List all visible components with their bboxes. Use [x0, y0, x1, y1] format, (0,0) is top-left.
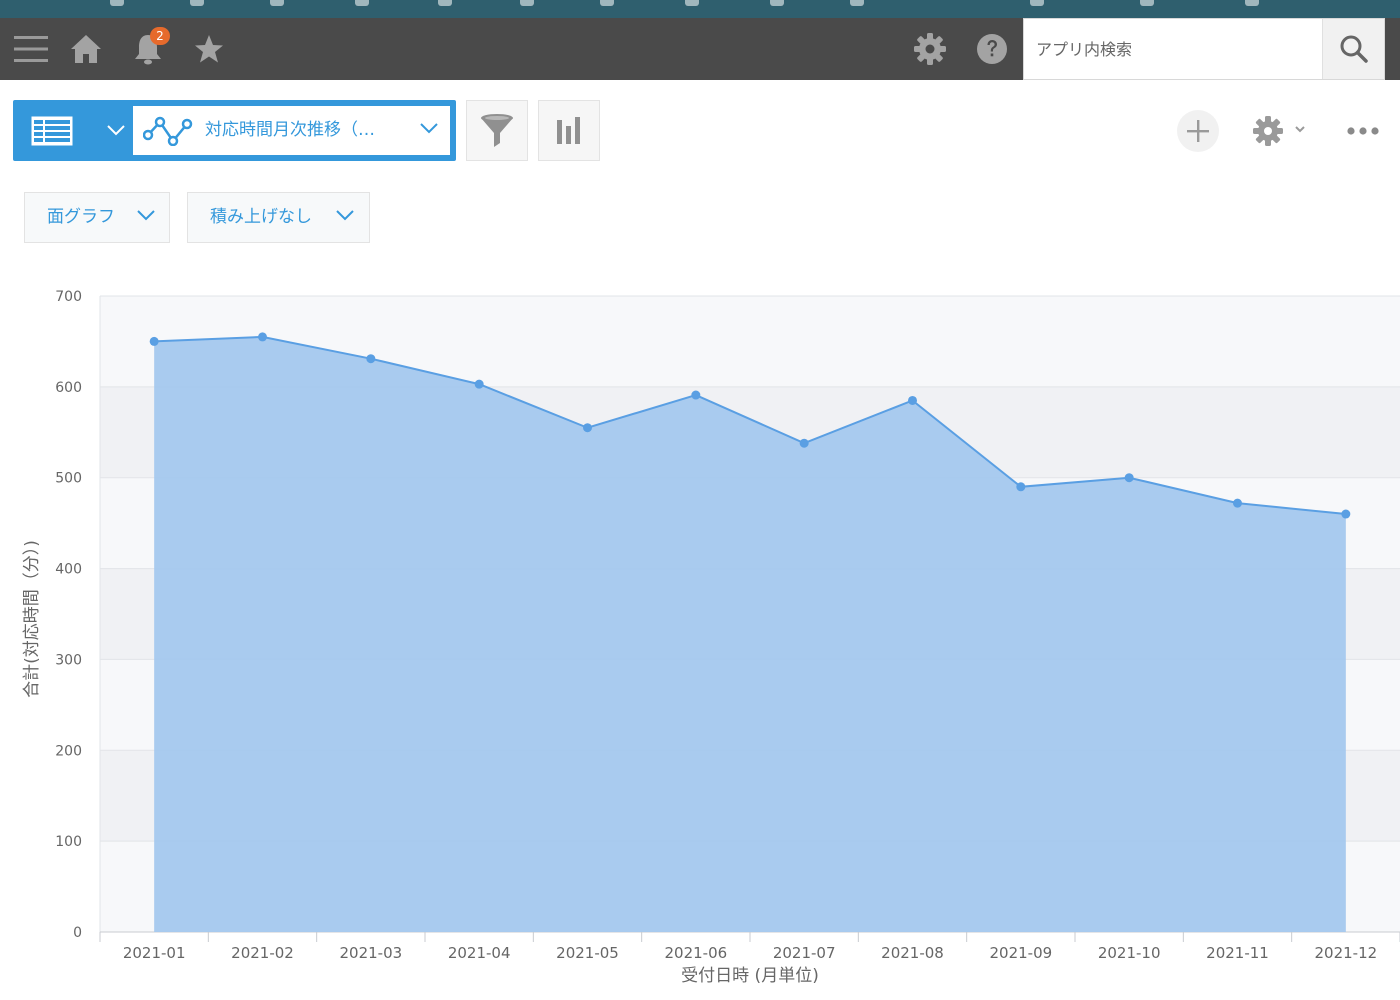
data-point	[258, 332, 267, 342]
graph-name: 対応時間月次推移（…	[205, 120, 375, 140]
os-icon	[355, 0, 369, 6]
notification-badge: 2	[150, 27, 170, 45]
data-point	[583, 423, 592, 433]
x-tick-label: 2021-12	[1314, 944, 1377, 962]
os-icon	[1030, 0, 1044, 6]
y-tick-label: 400	[55, 562, 82, 578]
y-tick-label: 200	[55, 743, 82, 759]
y-tick-label: 100	[55, 834, 82, 850]
filter-button[interactable]	[466, 100, 528, 161]
data-point	[366, 354, 376, 364]
ellipsis-icon	[1347, 127, 1379, 135]
os-menu-strip	[0, 0, 1400, 18]
os-icon	[600, 0, 614, 6]
favorites-button[interactable]	[178, 18, 240, 80]
data-point	[691, 390, 701, 400]
chart-canvas: 0 100 200 300 400 500 600 700 2021-01 2021-02 2021…	[0, 282, 1400, 1000]
app-header: 2	[0, 18, 1400, 80]
notification-button[interactable]: 2	[117, 18, 179, 80]
chevron-down-icon	[137, 210, 155, 221]
os-icon	[190, 0, 204, 6]
x-tick-label: 2021-10	[1098, 944, 1161, 962]
x-tick-label: 2021-03	[339, 944, 402, 962]
os-icon	[270, 0, 284, 6]
help-icon	[977, 34, 1007, 64]
search-button[interactable]	[1322, 19, 1384, 79]
more-options-button[interactable]	[1340, 112, 1388, 150]
x-tick-label: 2021-07	[773, 944, 836, 962]
y-tick-label: 300	[55, 652, 82, 668]
data-point	[908, 395, 917, 405]
x-tick-label: 2021-04	[448, 944, 511, 962]
x-tick-label: 2021-05	[556, 944, 619, 962]
view-dropdown-button[interactable]	[99, 100, 133, 161]
y-tick-label: 700	[55, 289, 82, 305]
plus-icon	[1187, 120, 1209, 142]
y-tick-label: 0	[73, 925, 82, 941]
line-chart-icon	[143, 116, 193, 146]
menu-icon	[14, 36, 48, 62]
data-point	[474, 379, 484, 389]
x-axis-title: 受付日時 (月単位)	[681, 966, 819, 986]
bar-chart-icon	[557, 116, 580, 144]
search-box	[1023, 18, 1385, 80]
gear-dropdown-icon	[1253, 116, 1305, 146]
settings-button[interactable]	[899, 18, 961, 80]
add-record-button[interactable]	[1177, 110, 1219, 152]
funnel-icon	[481, 113, 513, 147]
os-icon	[110, 0, 124, 6]
os-icon	[770, 0, 784, 6]
y-tick-label: 600	[55, 380, 82, 396]
search-icon	[1340, 35, 1368, 63]
search-input[interactable]	[1024, 19, 1322, 79]
stack-mode-select[interactable]: 積み上げなし	[187, 192, 370, 243]
y-tick-label: 500	[55, 471, 82, 487]
home-button[interactable]	[55, 18, 117, 80]
view-selector: 対応時間月次推移（…	[13, 100, 456, 161]
graph-select[interactable]: 対応時間月次推移（…	[133, 106, 450, 155]
y-axis-title: 合計(対応時間（分）)	[22, 540, 42, 698]
star-icon	[195, 35, 223, 63]
graph-settings-button[interactable]	[538, 100, 600, 161]
menu-button[interactable]	[0, 18, 62, 80]
data-point	[1233, 498, 1242, 508]
x-tick-label: 2021-06	[664, 944, 727, 962]
gear-icon	[914, 33, 946, 65]
help-button[interactable]	[961, 18, 1023, 80]
x-tick-label: 2021-08	[881, 944, 944, 962]
os-icon	[520, 0, 534, 6]
os-icon	[850, 0, 864, 6]
chart-type-select[interactable]: 面グラフ	[24, 192, 170, 243]
data-point	[799, 438, 809, 448]
chevron-down-icon	[336, 210, 354, 221]
chevron-down-icon	[107, 125, 125, 136]
data-point	[149, 336, 159, 346]
table-view-icon	[31, 116, 73, 145]
data-point	[1341, 509, 1351, 519]
os-icon	[1140, 0, 1154, 6]
chart-type-label: 面グラフ	[47, 207, 115, 227]
area-chart: 0 100 200 300 400 500 600 700 2021-01 2021-02 2021…	[0, 282, 1400, 1000]
x-tick-label: 2021-11	[1206, 944, 1269, 962]
os-icon	[1245, 0, 1259, 6]
data-point	[1124, 473, 1134, 483]
x-tick-label: 2021-01	[123, 944, 186, 962]
data-point	[1016, 482, 1026, 492]
x-tick-label: 2021-09	[989, 944, 1052, 962]
home-icon	[71, 35, 101, 63]
os-icon	[685, 0, 699, 6]
x-tick-label: 2021-02	[231, 944, 294, 962]
os-icon	[438, 0, 452, 6]
stack-mode-label: 積み上げなし	[210, 207, 312, 227]
chevron-down-icon	[420, 123, 438, 134]
app-settings-menu[interactable]	[1250, 112, 1312, 150]
